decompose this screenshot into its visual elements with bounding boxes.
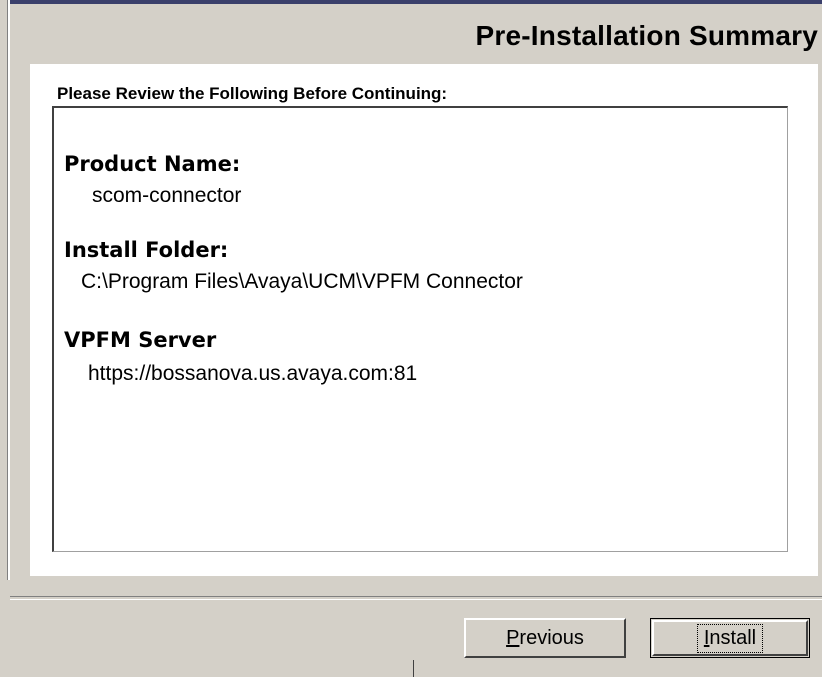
- previous-button-label: Previous: [506, 626, 584, 649]
- window-top-border: [8, 0, 822, 4]
- window-left-border: [8, 0, 10, 580]
- page-title: Pre-Installation Summary: [475, 20, 818, 51]
- install-folder-value: C:\Program Files\Avaya\UCM\VPFM Connecto…: [81, 270, 523, 293]
- vpfm-server-value: https://bossanova.us.avaya.com:81: [88, 362, 418, 385]
- summary-panel: Please Review the Following Before Conti…: [30, 64, 818, 576]
- install-button[interactable]: Install: [650, 618, 810, 658]
- install-button-label: Install: [696, 623, 764, 653]
- product-name-value: scom-connector: [92, 184, 242, 207]
- vpfm-server-label: VPFM Server: [64, 328, 217, 352]
- review-label: Please Review the Following Before Conti…: [57, 84, 448, 103]
- install-folder-label: Install Folder:: [64, 238, 229, 262]
- previous-button[interactable]: Previous: [464, 618, 626, 658]
- button-bar-separator: [10, 596, 822, 600]
- product-name-label: Product Name:: [64, 152, 241, 176]
- resize-grip-tick: [413, 660, 414, 677]
- summary-text-area[interactable]: Product Name: scom-connector Install Fol…: [52, 106, 788, 552]
